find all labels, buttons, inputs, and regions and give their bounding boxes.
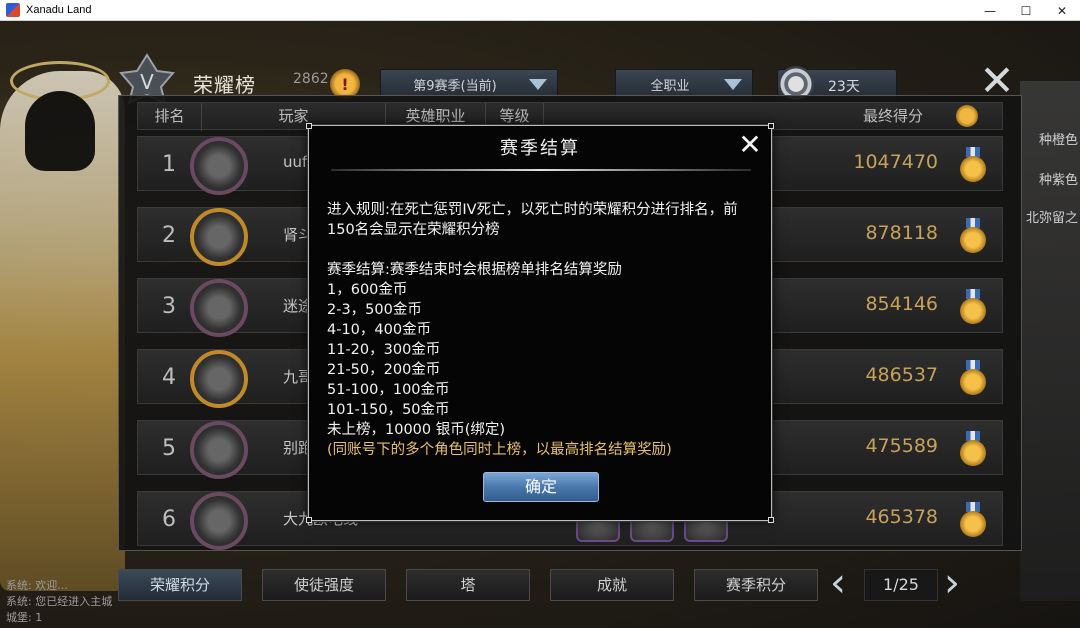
window-title: Xanadu Land (26, 4, 92, 16)
score-cell: 486537 (865, 364, 938, 386)
avatar (190, 492, 248, 550)
rules-text: 进入规则:在死亡惩罚IV死亡，以死亡时的荣耀积分进行排名，前150名会显示在荣耀… (327, 202, 738, 238)
bottom-tab-bar: 荣耀积分 使徒强度 塔 成就 赛季积分 (118, 569, 818, 601)
score-cell: 475589 (865, 435, 938, 457)
reward-line: 101-150，50金币 (327, 402, 450, 418)
window-close-button[interactable]: ✕ (1044, 0, 1080, 21)
window-controls: — ☐ ✕ (972, 0, 1080, 21)
chevron-down-icon (724, 78, 742, 90)
dialog-title: 赛季结算 (500, 138, 580, 159)
score-cell: 465378 (865, 506, 938, 528)
dialog-body: 进入规则:在死亡惩罚IV死亡，以死亡时的荣耀积分进行排名，前150名会显示在荣耀… (327, 200, 757, 460)
tab-achievements[interactable]: 成就 (550, 569, 674, 601)
reward-line: 2-3，500金币 (327, 302, 422, 318)
confirm-button[interactable]: 确定 (483, 472, 599, 502)
medal-icon (958, 147, 988, 182)
game-viewport: 种橙色 种紫色 北弥留之 V 荣耀榜 2862 ! 第9赛季(当前) 全职业 2… (0, 21, 1080, 628)
tab-tower[interactable]: 塔 (406, 569, 530, 601)
note-text: (同账号下的多个角色同时上榜，以最高排名结算奖励) (327, 442, 672, 458)
reward-line: 11-20，300金币 (327, 342, 441, 358)
next-page-button[interactable]: › (944, 563, 960, 603)
dialog-close-button[interactable]: ✕ (735, 130, 765, 160)
minimize-button[interactable]: — (972, 0, 1008, 21)
side-text: 种紫色 (1038, 173, 1078, 188)
svg-text:V: V (140, 70, 154, 94)
page-title: 荣耀榜 (193, 73, 256, 97)
reward-line: 51-100，100金币 (327, 382, 450, 398)
column-header-score: 最终得分 (862, 107, 923, 125)
reward-line: 4-10，400金币 (327, 322, 432, 338)
medal-icon (958, 360, 988, 395)
system-log-line: 系统: 欢迎... (6, 579, 68, 592)
window-titlebar: Xanadu Land — ☐ ✕ (0, 0, 1080, 21)
medal-icon (958, 289, 988, 324)
reward-line: 1，600金币 (327, 282, 408, 298)
medal-icon (958, 431, 988, 466)
divider (331, 169, 751, 171)
prev-page-button[interactable]: ‹ (830, 563, 846, 603)
reward-line: 未上榜，10000 银币(绑定) (327, 422, 506, 438)
season-settlement-dialog: 赛季结算 ✕ 进入规则:在死亡惩罚IV死亡，以死亡时的荣耀积分进行排名，前150… (306, 123, 774, 523)
avatar (190, 208, 248, 266)
maximize-button[interactable]: ☐ (1008, 0, 1044, 21)
class-dropdown-label: 全职业 (650, 78, 690, 94)
medal-icon (958, 502, 988, 537)
days-remaining: 23天 (828, 79, 860, 95)
player-name: uuf (283, 153, 308, 171)
avatar (190, 421, 248, 479)
settlement-heading: 赛季结算:赛季结束时会根据榜单排名结算奖励 (327, 262, 622, 278)
medal-icon (958, 218, 988, 253)
score-cell: 878118 (865, 222, 938, 244)
side-text: 种橙色 (1038, 133, 1078, 148)
system-log-line: 系统: 您已经进入主城 (6, 595, 113, 608)
page-indicator: 1/25 (864, 569, 938, 601)
side-text: 北弥留之 (1025, 211, 1078, 226)
hood-decoration (25, 91, 95, 171)
score-cell: 854146 (865, 293, 938, 315)
app-icon (6, 3, 20, 17)
header-score: 2862 (293, 71, 329, 87)
right-side-background (1020, 81, 1080, 601)
chevron-down-icon (529, 78, 547, 90)
medal-icon (956, 105, 978, 127)
avatar (190, 137, 248, 195)
tab-honor-points[interactable]: 荣耀积分 (118, 569, 242, 601)
reward-line: 21-50，200金币 (327, 362, 441, 378)
tab-apostle-strength[interactable]: 使徒强度 (262, 569, 386, 601)
character-illustration (0, 61, 125, 591)
tab-season-points[interactable]: 赛季积分 (694, 569, 818, 601)
avatar (190, 350, 248, 408)
avatar (190, 279, 248, 337)
system-log-line: 城堡: 1 (6, 611, 43, 624)
pagination: ‹ 1/25 › (830, 563, 970, 607)
season-dropdown-label: 第9赛季(当前) (413, 78, 497, 94)
score-cell: 1047470 (853, 151, 938, 173)
column-header-rank: 排名 (138, 103, 202, 131)
